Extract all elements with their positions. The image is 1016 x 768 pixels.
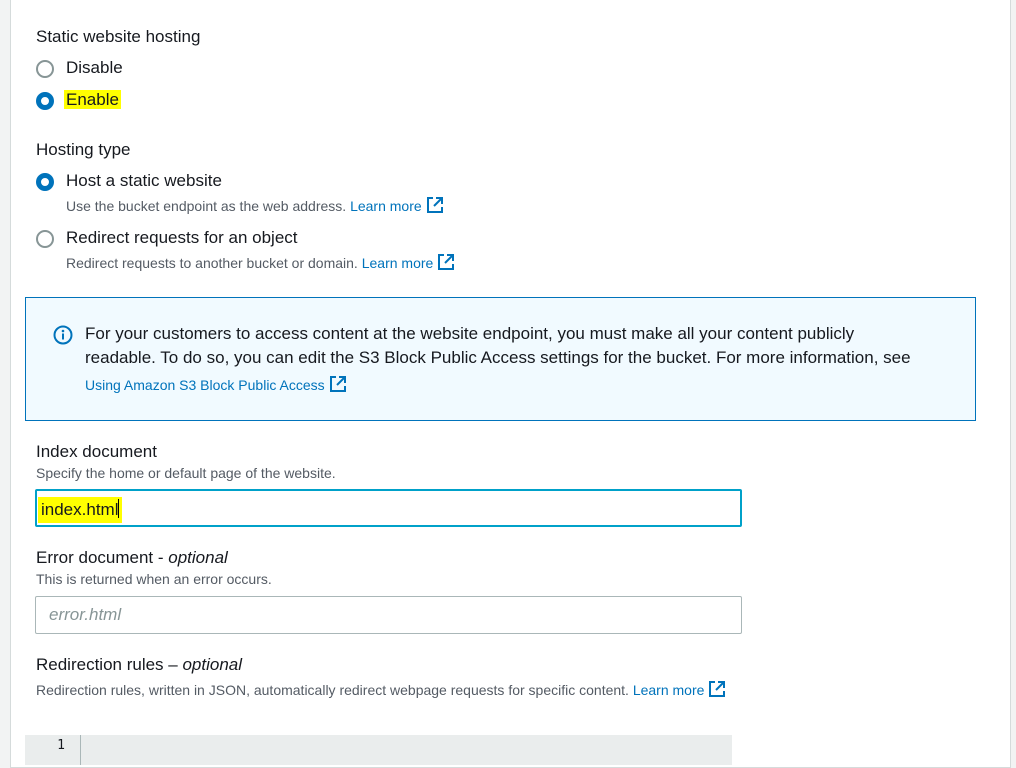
index-document-input[interactable] (35, 489, 742, 527)
radio-host-static[interactable] (36, 173, 54, 191)
error-document-label: Error document - optional (36, 548, 228, 568)
radio-host-static-label[interactable]: Host a static website (66, 171, 222, 191)
redirection-rules-editor[interactable]: 1 (25, 735, 732, 765)
host-static-desc-text: Use the bucket endpoint as the web addre… (66, 198, 347, 214)
info-alert: For your customers to access content at … (25, 297, 976, 421)
learn-more-text[interactable]: Learn more (362, 255, 434, 271)
learn-more-link[interactable]: Learn more (350, 197, 444, 214)
line-number: 1 (25, 735, 80, 765)
learn-more-link[interactable]: Learn more (362, 254, 456, 271)
radio-enable[interactable] (36, 92, 54, 110)
info-icon (53, 325, 73, 345)
redirection-rules-desc: Redirection rules, written in JSON, auto… (36, 680, 726, 698)
radio-disable-label[interactable]: Disable (66, 58, 123, 78)
block-public-access-link[interactable]: Using Amazon S3 Block Public Access (85, 375, 347, 393)
static-hosting-title: Static website hosting (36, 27, 201, 46)
optional-text: optional (168, 548, 228, 567)
redirect-desc-text: Redirect requests to another bucket or d… (66, 255, 358, 271)
error-document-input[interactable] (35, 596, 742, 634)
block-public-access-text[interactable]: Using Amazon S3 Block Public Access (85, 377, 325, 393)
external-link-icon (709, 681, 726, 697)
redirection-rules-label-text: Redirection rules – (36, 655, 183, 674)
gutter-divider (80, 735, 81, 765)
index-document-text: index.html (41, 500, 119, 519)
index-document-value[interactable]: index.html (38, 497, 123, 523)
error-document-desc: This is returned when an error occurs. (36, 571, 272, 587)
radio-enable-label[interactable]: Enable (64, 90, 121, 110)
redirection-rules-label: Redirection rules – optional (36, 655, 242, 675)
info-alert-line1: For your customers to access content at … (85, 324, 855, 343)
info-alert-line2: readable. To do so, you can edit the S3 … (85, 348, 911, 367)
redirection-rules-desc-text: Redirection rules, written in JSON, auto… (36, 682, 629, 698)
radio-redirect[interactable] (36, 230, 54, 248)
index-document-label: Index document (36, 442, 157, 461)
external-link-icon (329, 376, 346, 392)
redirect-desc: Redirect requests to another bucket or d… (66, 253, 455, 271)
host-static-desc: Use the bucket endpoint as the web addre… (66, 196, 444, 214)
learn-more-text[interactable]: Learn more (633, 682, 705, 698)
radio-redirect-label[interactable]: Redirect requests for an object (66, 228, 298, 248)
learn-more-link[interactable]: Learn more (633, 681, 727, 698)
optional-text: optional (182, 655, 243, 674)
hosting-type-title: Hosting type (36, 140, 131, 159)
external-link-icon (438, 254, 455, 270)
error-document-label-text: Error document - (36, 548, 169, 567)
text-caret (118, 499, 120, 518)
external-link-icon (426, 197, 443, 213)
radio-disable[interactable] (36, 60, 54, 78)
highlight: Enable (64, 90, 121, 109)
index-document-desc: Specify the home or default page of the … (36, 465, 336, 481)
learn-more-text[interactable]: Learn more (350, 198, 422, 214)
